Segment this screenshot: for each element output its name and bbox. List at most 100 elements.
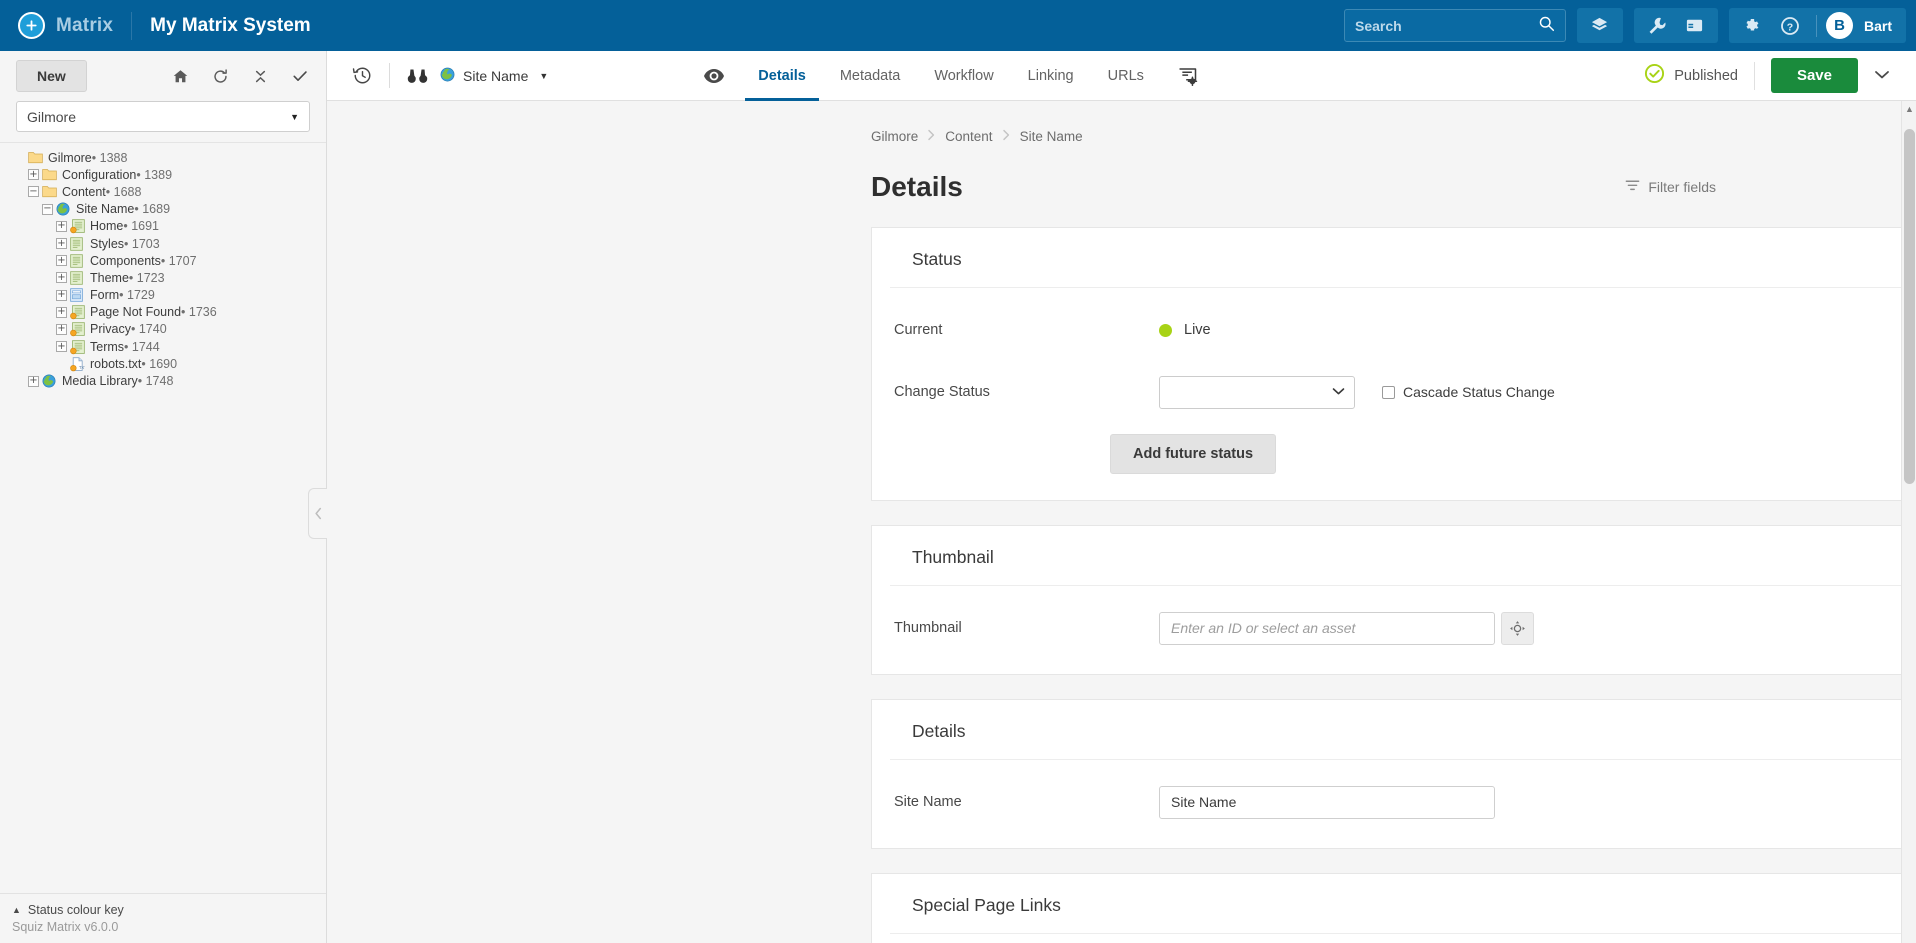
wrench-icon[interactable] <box>1640 9 1674 42</box>
tab-label: Metadata <box>839 67 901 84</box>
tab-metadata[interactable]: Metadata <box>823 51 917 101</box>
tree-node-label: Form <box>90 288 120 303</box>
thumbnail-card-title: Thumbnail <box>890 526 1916 586</box>
add-future-status-button[interactable]: Add future status <box>1110 434 1277 474</box>
chevron-down-icon: ▼ <box>539 70 549 81</box>
main-scrollbar[interactable]: ▲ <box>1901 101 1916 943</box>
scrollbar-thumb[interactable] <box>1904 129 1915 484</box>
tree-node[interactable]: TXT robots.txt • 1690 <box>14 355 326 372</box>
expand-icon[interactable]: + <box>56 341 67 353</box>
breadcrumb-item[interactable]: Content <box>945 129 992 144</box>
site-name-input[interactable]: Site Name <box>1159 785 1495 819</box>
tree-node[interactable]: − Site Name • 1689 <box>14 201 326 218</box>
tree-node-label: Media Library <box>62 374 138 389</box>
tree-node-label: Content <box>62 184 106 199</box>
breadcrumb-item[interactable]: Site Name <box>1020 129 1083 144</box>
expand-icon[interactable]: + <box>56 255 67 267</box>
tree-node-label: Theme <box>90 270 129 285</box>
expand-icon[interactable]: + <box>56 238 67 250</box>
root-node-select[interactable]: Gilmore ▼ <box>16 101 310 132</box>
tree-node[interactable]: + Components • 1707 <box>14 252 326 269</box>
tree-node[interactable]: + Theme • 1723 <box>14 269 326 286</box>
collapse-icon[interactable]: − <box>42 203 53 215</box>
tree-node[interactable]: + Styles • 1703 <box>14 235 326 252</box>
eye-icon[interactable] <box>703 51 741 101</box>
username-label[interactable]: Bart <box>1864 18 1892 34</box>
folder-icon <box>28 151 43 165</box>
tree-node-label: Page Not Found <box>90 305 182 320</box>
tree-node[interactable]: − Content • 1688 <box>14 183 326 200</box>
expand-icon[interactable]: + <box>56 306 67 318</box>
checkbox-box[interactable] <box>1382 385 1395 399</box>
page-icon <box>70 236 85 251</box>
tree-node-id: • 1688 <box>105 184 142 199</box>
expand-icon[interactable]: + <box>56 289 67 301</box>
check-icon[interactable] <box>290 66 310 86</box>
thumbnail-card: Thumbnail Thumbnail Enter an ID or selec… <box>871 525 1916 675</box>
tree-node-id: • 1703 <box>124 236 160 251</box>
tree-node-label: Components <box>90 253 161 268</box>
thumbnail-input[interactable]: Enter an ID or select an asset <box>1159 611 1495 645</box>
gear-icon[interactable] <box>1735 9 1769 42</box>
tree-node[interactable]: + Home • 1691 <box>14 218 326 235</box>
avatar[interactable]: B <box>1825 12 1853 39</box>
status-colour-key[interactable]: ▲ Status colour key <box>12 903 326 917</box>
window-icon[interactable] <box>1678 9 1712 42</box>
expand-icon[interactable]: + <box>28 169 39 181</box>
save-button[interactable]: Save <box>1770 58 1858 93</box>
tree-node-label: Styles <box>90 236 125 251</box>
tree-node[interactable]: + Media Library • 1748 <box>14 372 326 389</box>
history-icon[interactable] <box>349 63 375 89</box>
binoculars-icon[interactable] <box>404 63 430 89</box>
collapse-all-icon[interactable] <box>250 66 270 86</box>
tree-node-label: Site Name <box>76 202 135 217</box>
tab-urls[interactable]: URLs <box>1091 51 1161 101</box>
main-inner: Gilmore Content Site Name Details Filter f… <box>327 101 1916 943</box>
asset-tree[interactable]: Gilmore • 1388 + Configuration • 1389− Cont… <box>0 142 326 893</box>
scroll-up-arrow[interactable]: ▲ <box>1902 101 1916 117</box>
tab-details[interactable]: Details <box>741 51 823 101</box>
expand-icon[interactable]: + <box>56 323 67 335</box>
tree-node[interactable]: + Form • 1729 <box>14 287 326 304</box>
tree-node[interactable]: + Terms • 1744 <box>14 338 326 355</box>
refresh-icon[interactable] <box>210 66 230 86</box>
tree-node[interactable]: + Page Not Found • 1736 <box>14 304 326 321</box>
sidebar-collapse-handle[interactable] <box>308 488 327 539</box>
breadcrumb-item[interactable]: Gilmore <box>871 129 918 144</box>
site-selector[interactable]: Site Name ▼ <box>440 67 548 85</box>
asset-picker-icon[interactable] <box>1501 611 1534 645</box>
tab-linking[interactable]: Linking <box>1011 51 1091 101</box>
asset-tree-panel: New Gilmore ▼ Gilmore • 1388 + Configura… <box>0 51 327 943</box>
page-locked-icon <box>70 339 85 354</box>
layers-icon[interactable] <box>1583 9 1617 42</box>
change-status-select[interactable] <box>1159 375 1355 409</box>
details-card: Details Site Name Site Name <box>871 699 1916 849</box>
search-input[interactable]: Search <box>1343 9 1566 42</box>
search-icon[interactable] <box>1538 15 1555 37</box>
tree-node[interactable]: + Configuration • 1389 <box>14 166 326 183</box>
expand-icon[interactable]: + <box>56 220 67 232</box>
home-icon[interactable] <box>170 66 190 86</box>
current-status-row: Current Live <box>894 310 1916 350</box>
screen-settings-icon[interactable] <box>1161 51 1214 101</box>
filter-fields-button[interactable]: Filter fields <box>1625 179 1716 195</box>
expand-icon[interactable]: + <box>28 375 39 387</box>
chevron-down-icon[interactable] <box>1858 68 1902 83</box>
details-card-body: Site Name Site Name <box>872 760 1916 848</box>
help-icon[interactable]: ? <box>1773 9 1807 42</box>
collapse-icon[interactable]: − <box>28 186 39 198</box>
tree-node-id: • 1707 <box>160 253 197 268</box>
svg-text:TXT: TXT <box>79 365 85 370</box>
tree-node-label: Configuration <box>62 167 137 182</box>
status-dot-icon <box>1159 323 1172 337</box>
new-button[interactable]: New <box>16 60 87 92</box>
page-locked-icon <box>70 305 85 320</box>
tree-node[interactable]: Gilmore • 1388 <box>14 149 326 166</box>
cascade-status-change-checkbox[interactable]: Cascade Status Change <box>1382 384 1555 400</box>
brand[interactable]: Matrix <box>18 12 113 39</box>
tree-node[interactable]: + Privacy • 1740 <box>14 321 326 338</box>
tree-node-id: • 1690 <box>141 356 178 371</box>
expand-icon[interactable]: + <box>56 272 67 284</box>
tab-workflow[interactable]: Workflow <box>917 51 1010 101</box>
